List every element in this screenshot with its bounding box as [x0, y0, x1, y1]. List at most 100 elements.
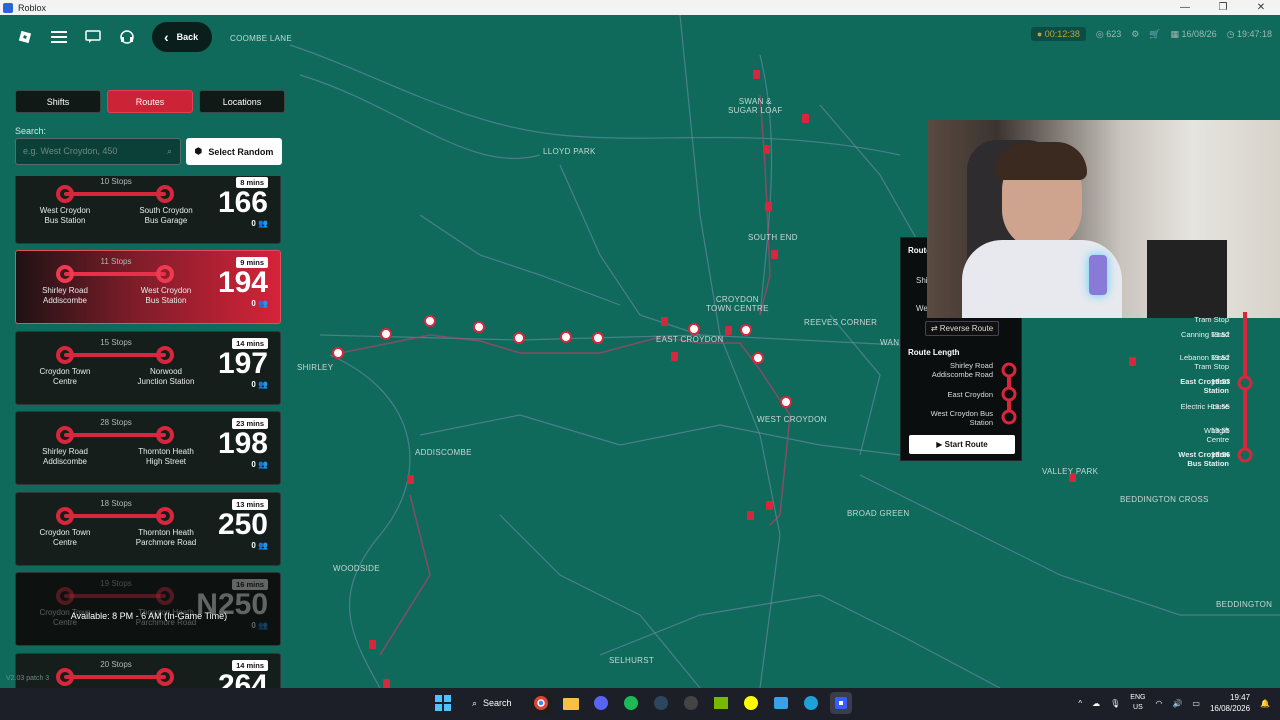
map-label: SOUTH END [748, 233, 798, 242]
obs-icon[interactable] [680, 692, 702, 714]
route-card[interactable]: 15 Stops Croydon Town Centre Norwood Jun… [15, 331, 281, 405]
passenger-count: 0 [251, 621, 256, 630]
language-indicator[interactable]: ENG US [1130, 693, 1145, 713]
search-icon: ⌕ [472, 697, 478, 708]
taskbar-search[interactable]: ⌕ Search [462, 692, 522, 714]
battery-icon[interactable]: ▭ [1192, 699, 1200, 708]
route-line [64, 433, 166, 437]
route-line [64, 353, 166, 357]
route-to: West Croydon Bus Station [140, 286, 192, 305]
route-from: Shirley Road Addiscombe [42, 447, 88, 466]
route-stop-label: Shirley Road Addiscombe Road [931, 361, 993, 379]
route-end-node [156, 265, 174, 283]
route-card[interactable]: 28 Stops Shirley Road Addiscombe Thornto… [15, 411, 281, 485]
route-card[interactable]: 10 Stops West Croydon Bus Station South … [15, 176, 281, 244]
window-titlebar: Roblox — ❐ ✕ [0, 0, 1280, 15]
stop-pin [771, 250, 778, 259]
route-number: 198 [217, 427, 268, 460]
spotify-icon[interactable] [620, 692, 642, 714]
steam-icon[interactable] [650, 692, 672, 714]
tab-routes[interactable]: Routes [107, 90, 193, 113]
coins-value: 623 [1106, 28, 1122, 39]
roblox-menu-icon[interactable] [10, 22, 40, 52]
microphone-icon[interactable]: 🎙 [1110, 699, 1120, 708]
minimize-button[interactable]: — [1166, 0, 1204, 15]
route-passengers: 0 👥 [251, 621, 268, 630]
hamburger-menu-icon[interactable] [44, 22, 74, 52]
shift-timer: ● 00:12:38 [1030, 27, 1086, 41]
route-number: 250 [217, 508, 268, 541]
tab-shifts[interactable]: Shifts [15, 90, 101, 113]
people-icon: 👥 [258, 541, 268, 550]
wifi-icon[interactable]: ◠ [1155, 699, 1162, 708]
chat-icon[interactable] [78, 22, 108, 52]
route-end-node [156, 587, 174, 605]
stop-pin [766, 501, 773, 510]
bus-stop-marker [688, 323, 700, 335]
webcam-microphone [1089, 255, 1107, 295]
route-start-node [56, 587, 74, 605]
search-input[interactable]: e.g. West Croydon, 450 ⌕ [15, 138, 181, 165]
webcam-hair [995, 142, 1087, 180]
route-list[interactable]: 10 Stops West Croydon Bus Station South … [15, 176, 283, 688]
route-card[interactable]: 18 Stops Croydon Town Centre Thornton He… [15, 492, 281, 566]
nvidia-icon[interactable] [710, 692, 732, 714]
passenger-count: 0 [251, 541, 256, 550]
route-length-label: Route Length [908, 348, 960, 357]
coins-display: ◎ 623 [1095, 28, 1122, 39]
route-stops: 11 Stops [100, 257, 132, 266]
map-label: ADDISCOMBE [415, 448, 472, 457]
reverse-route-button[interactable]: ⇄ Reverse Route [925, 321, 999, 336]
settings-gear-icon[interactable]: ⚙ [1131, 29, 1139, 40]
route-stops: 10 Stops [100, 177, 132, 186]
stop-pin [802, 114, 809, 123]
discord-icon[interactable] [590, 692, 612, 714]
map-label: EAST CROYDON [656, 335, 724, 344]
roblox-taskbar-icon[interactable] [829, 692, 852, 714]
edge-icon[interactable] [800, 692, 822, 714]
route-end-node [156, 346, 174, 364]
volume-icon[interactable]: 🔊 [1172, 699, 1182, 708]
back-button[interactable]: ‹ Back [152, 22, 213, 52]
people-icon: 👥 [258, 219, 268, 228]
onedrive-cloud-icon[interactable]: ☁ [1092, 699, 1100, 708]
select-random-button[interactable]: ⬢ Select Random [186, 138, 282, 165]
file-explorer-icon[interactable] [560, 692, 582, 714]
route-card-unavailable: 19 Stops Croydon Town Centre Thornton He… [15, 572, 281, 646]
headset-icon[interactable] [112, 22, 142, 52]
taskbar-search-label: Search [483, 698, 512, 708]
route-to: South Croydon Bus Garage [139, 206, 193, 225]
date-display: ▦ 16/08/26 [1170, 28, 1217, 39]
route-from: Shirley Road Addiscombe [42, 286, 88, 305]
route-line [64, 192, 166, 196]
clock-value: 19:47:18 [1236, 28, 1272, 39]
route-to: Norwood Junction Station [137, 367, 195, 386]
dice-icon: ⬢ [194, 146, 203, 156]
photos-icon[interactable] [770, 692, 792, 714]
shop-cart-icon[interactable]: 🛒 [1149, 29, 1160, 40]
webcam-speaker [1147, 240, 1227, 318]
window-title: Roblox [18, 2, 47, 13]
tab-locations[interactable]: Locations [199, 90, 285, 113]
stop-pin [763, 145, 770, 154]
chevron-up-icon[interactable]: ^ [1078, 699, 1082, 708]
route-start-node [56, 346, 74, 364]
bus-stop-marker [380, 328, 392, 340]
timetable-time: 19:52 [1211, 353, 1230, 362]
route-card-selected[interactable]: 11 Stops Shirley Road Addiscombe West Cr… [15, 250, 281, 324]
select-random-label: Select Random [208, 146, 274, 157]
maximize-button[interactable]: ❐ [1204, 0, 1242, 15]
snapchat-icon[interactable] [740, 692, 762, 714]
route-from: Croydon Town Centre [39, 367, 91, 386]
notification-bell-icon[interactable]: 🔔 [1260, 699, 1270, 708]
chrome-icon[interactable] [529, 692, 552, 714]
route-card[interactable]: 20 Stops 14 mins 264 [15, 653, 281, 688]
windows-start-icon[interactable] [432, 692, 454, 714]
route-start-node [56, 426, 74, 444]
taskbar-clock[interactable]: 19:47 16/08/2026 [1210, 692, 1250, 714]
start-route-button[interactable]: ▶ Start Route [909, 435, 1015, 454]
system-tray: ^ ☁ 🎙 ENG US ◠ 🔊 ▭ 19:47 16/08/2026 🔔 [1078, 692, 1270, 714]
route-stops: 28 Stops [100, 418, 132, 427]
windows-taskbar: ⌕ Search ^ ☁ 🎙 ENG US ◠ 🔊 ▭ 19:47 16/08/202… [0, 688, 1280, 720]
close-button[interactable]: ✕ [1242, 0, 1280, 15]
